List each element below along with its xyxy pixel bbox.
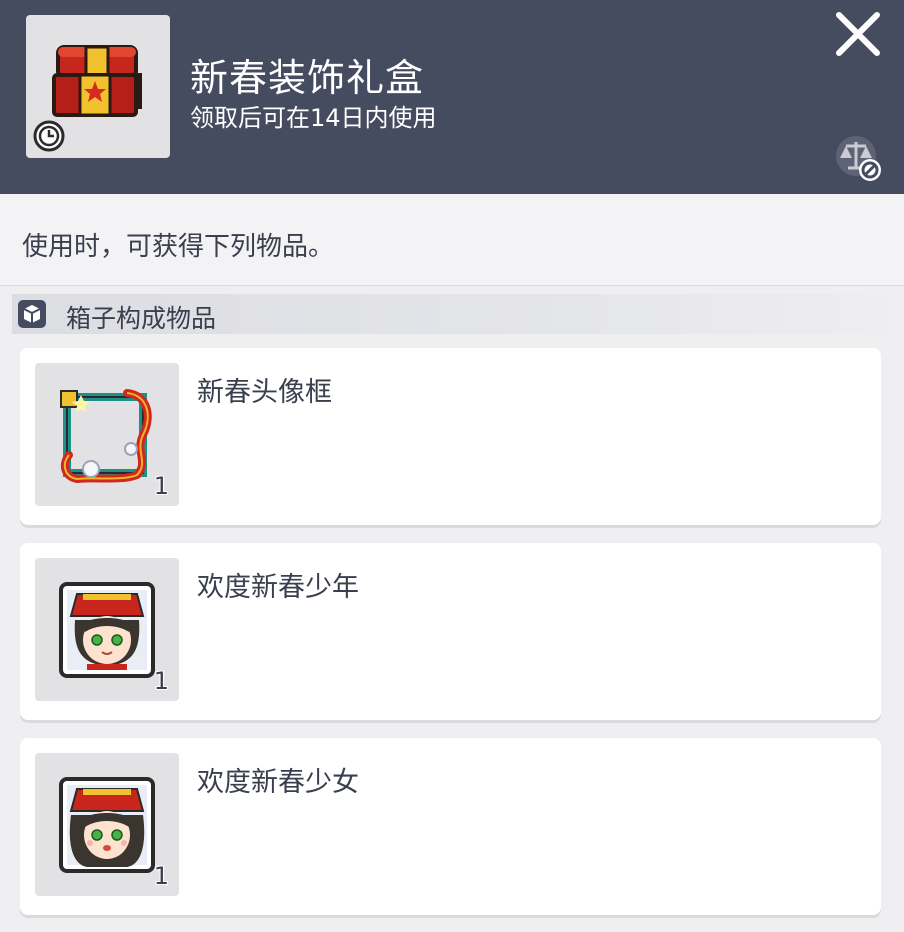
box-icon (18, 300, 46, 328)
section-label: 箱子构成物品 (66, 304, 217, 333)
section-header: 箱子构成物品 (12, 294, 892, 334)
avatar-frame-icon (60, 389, 152, 484)
clock-icon (33, 120, 65, 152)
close-icon[interactable] (834, 10, 882, 58)
boy-avatar-icon (59, 582, 155, 678)
scale-blocked-icon (836, 136, 881, 181)
item-name: 新春头像框 (197, 377, 332, 408)
description-text: 使用时，可获得下列物品。 (22, 232, 335, 262)
item-name: 欢度新春少女 (197, 767, 359, 798)
item-quantity: 1 (153, 862, 169, 890)
list-item[interactable]: 1 新春头像框 (20, 348, 881, 525)
item-quantity: 1 (153, 472, 169, 500)
item-thumbnail: 1 (35, 753, 179, 896)
description-area: 使用时，可获得下列物品。 (0, 194, 904, 286)
item-thumbnail: 1 (35, 363, 179, 506)
item-quantity: 1 (153, 667, 169, 695)
item-title: 新春装饰礼盒 (190, 56, 425, 100)
girl-avatar-icon (59, 777, 155, 873)
item-name: 欢度新春少年 (197, 572, 359, 603)
item-thumbnail: 1 (35, 558, 179, 701)
treasure-chest-icon (52, 45, 142, 117)
item-icon-box (26, 15, 170, 158)
list-item[interactable]: 1 欢度新春少年 (20, 543, 881, 720)
item-header: 新春装饰礼盒 领取后可在14日内使用 (0, 0, 904, 194)
item-subtitle: 领取后可在14日内使用 (190, 104, 437, 132)
list-item[interactable]: 1 欢度新春少女 (20, 738, 881, 915)
